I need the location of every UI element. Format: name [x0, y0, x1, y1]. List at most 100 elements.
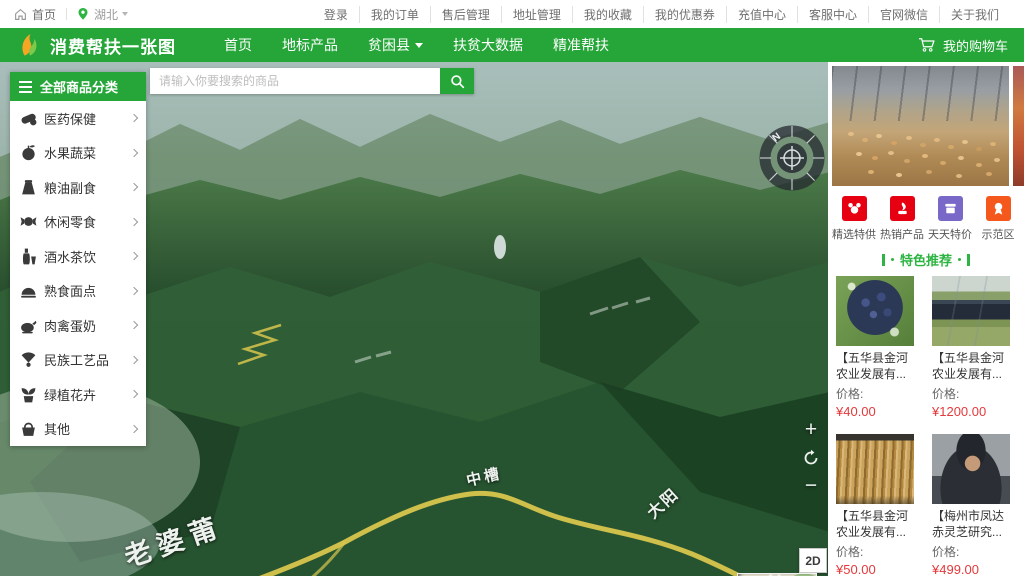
quick-link-hot-products[interactable]: 热销产品: [878, 196, 926, 242]
nav-item-poverty-bigdata[interactable]: 扶贫大数据: [453, 35, 523, 55]
category-item-medicine[interactable]: 医药保健: [10, 101, 146, 136]
topbar-home-link[interactable]: 首页: [32, 6, 56, 23]
candy-icon: [19, 212, 38, 231]
category-item-drinks[interactable]: 酒水茶饮: [10, 239, 146, 274]
cart-button[interactable]: 我的购物车: [918, 36, 1008, 55]
category-item-cooked-food[interactable]: 熟食面点: [10, 274, 146, 309]
promo-carousel-image[interactable]: [832, 66, 1009, 186]
product-thumbnail[interactable]: [932, 434, 1010, 504]
category-label: 肉禽蛋奶: [44, 316, 131, 335]
search-button[interactable]: [440, 68, 474, 94]
quick-link-featured[interactable]: 精选特供: [830, 196, 878, 242]
compass-control[interactable]: N: [759, 125, 825, 191]
product-thumbnail[interactable]: [932, 276, 1010, 346]
login-link[interactable]: 登录: [313, 6, 359, 23]
category-item-snacks[interactable]: 休闲零食: [10, 205, 146, 240]
zoom-out-button[interactable]: −: [805, 476, 817, 496]
carousel-image-detail: [832, 66, 1009, 121]
product-title[interactable]: 【五华县金河农业发展有...: [836, 508, 918, 540]
quick-link-demo-zone[interactable]: 示范区: [974, 196, 1022, 242]
chevron-right-icon: [130, 287, 138, 295]
brand-title: 消费帮扶一张图: [50, 33, 176, 58]
category-item-plants-flowers[interactable]: 绿植花卉: [10, 377, 146, 412]
home-icon: [14, 8, 27, 21]
category-label: 民族工艺品: [44, 350, 131, 369]
map-zoom-controls: + −: [798, 420, 824, 496]
chevron-down-icon: [415, 43, 423, 48]
product-title[interactable]: 【五华县金河农业发展有...: [932, 350, 1014, 382]
nav-item-home[interactable]: 首页: [224, 35, 252, 55]
chevron-right-icon: [130, 356, 138, 364]
decor-bar-icon: [882, 254, 885, 266]
category-item-ethnic-crafts[interactable]: 民族工艺品: [10, 343, 146, 378]
quick-links-row: 精选特供 热销产品 天天特价 示范区: [830, 196, 1022, 242]
chevron-right-icon: [130, 321, 138, 329]
zoom-in-button[interactable]: +: [805, 420, 817, 440]
category-item-grain-oil[interactable]: 粮油副食: [10, 170, 146, 205]
quick-link-daily-deals[interactable]: 天天特价: [926, 196, 974, 242]
search-input[interactable]: [150, 68, 440, 94]
decor-dot-icon: [958, 258, 961, 261]
product-price: ¥1200.00: [932, 404, 1014, 419]
chevron-right-icon: [130, 390, 138, 398]
chevron-right-icon: [130, 183, 138, 191]
chevron-right-icon: [130, 114, 138, 122]
map-2d-mode-button[interactable]: 2D: [799, 548, 827, 573]
featured-section-title: 特色推荐: [900, 250, 952, 269]
favorites-link[interactable]: 我的收藏: [572, 6, 643, 23]
brand-logo-icon: [16, 32, 41, 58]
category-label: 水果蔬菜: [44, 143, 131, 162]
topbar-links: 登录 我的订单 售后管理 地址管理 我的收藏 我的优惠券 充值中心 客服中心 官…: [313, 6, 1010, 23]
recharge-center-link[interactable]: 充值中心: [726, 6, 797, 23]
category-header-label: 全部商品分类: [40, 77, 118, 96]
decor-bar-icon: [967, 254, 970, 266]
product-price: ¥40.00: [836, 404, 918, 419]
page: 首页 湖北 登录 我的订单 售后管理 地址管理 我的收藏 我的优惠券 充值中心 …: [0, 0, 1024, 576]
nav-item-poverty-counties[interactable]: 贫困县: [368, 35, 423, 55]
location-selector[interactable]: 湖北: [94, 6, 118, 23]
nav-item-label: 精准帮扶: [553, 35, 609, 55]
decor-dot-icon: [891, 258, 894, 261]
deal-box-icon: [938, 196, 963, 221]
after-sales-link[interactable]: 售后管理: [430, 6, 501, 23]
separator: [66, 8, 67, 20]
topbar-left: 首页 湖北: [14, 6, 128, 23]
product-title[interactable]: 【五华县金河农业发展有...: [836, 350, 918, 382]
category-item-fruits-vegetables[interactable]: 水果蔬菜: [10, 136, 146, 171]
quick-link-label: 天天特价: [928, 226, 972, 242]
product-card[interactable]: 【五华县金河农业发展有... 价格: ¥1200.00: [932, 276, 1014, 419]
chevron-right-icon: [130, 149, 138, 157]
product-thumbnail[interactable]: [836, 434, 914, 504]
top-utility-bar: 首页 湖北 登录 我的订单 售后管理 地址管理 我的收藏 我的优惠券 充值中心 …: [0, 0, 1024, 28]
category-label: 熟食面点: [44, 281, 131, 300]
product-card[interactable]: 【五华县金河农业发展有... 价格: ¥50.00: [836, 434, 918, 576]
carousel-image-detail: [848, 132, 854, 136]
coupons-link[interactable]: 我的优惠券: [643, 6, 726, 23]
price-label: 价格:: [932, 385, 1014, 402]
product-thumbnail[interactable]: [836, 276, 914, 346]
nav-item-label: 贫困县: [368, 35, 410, 55]
customer-service-link[interactable]: 客服中心: [797, 6, 868, 23]
price-label: 价格:: [836, 543, 918, 560]
search-icon: [450, 74, 465, 89]
nav-item-landmark-products[interactable]: 地标产品: [282, 35, 338, 55]
my-orders-link[interactable]: 我的订单: [359, 6, 430, 23]
category-item-meat-eggs-dairy[interactable]: 肉禽蛋奶: [10, 308, 146, 343]
reset-view-icon[interactable]: [802, 449, 820, 467]
product-card[interactable]: 【五华县金河农业发展有... 价格: ¥40.00: [836, 276, 918, 419]
cart-label: 我的购物车: [943, 36, 1008, 55]
product-card[interactable]: 【梅州市凤达赤灵芝研究... 价格: ¥499.00: [932, 434, 1014, 576]
nav-item-targeted-assistance[interactable]: 精准帮扶: [553, 35, 609, 55]
address-management-link[interactable]: 地址管理: [501, 6, 572, 23]
category-item-other[interactable]: 其他: [10, 412, 146, 447]
category-sidebar-header[interactable]: 全部商品分类: [10, 72, 146, 101]
product-search-bar: [150, 68, 474, 94]
carousel-next-slide-edge[interactable]: [1013, 66, 1024, 186]
category-label: 其他: [44, 419, 131, 438]
product-title[interactable]: 【梅州市凤达赤灵芝研究...: [932, 508, 1014, 540]
product-price: ¥499.00: [932, 562, 1014, 576]
category-sidebar: 全部商品分类 医药保健 水果蔬菜 粮油副食 休闲零食 酒水茶饮 熟食面点 肉禽: [10, 72, 146, 446]
fan-icon: [19, 350, 38, 369]
about-us-link[interactable]: 关于我们: [939, 6, 1010, 23]
official-wechat-link[interactable]: 官网微信: [868, 6, 939, 23]
